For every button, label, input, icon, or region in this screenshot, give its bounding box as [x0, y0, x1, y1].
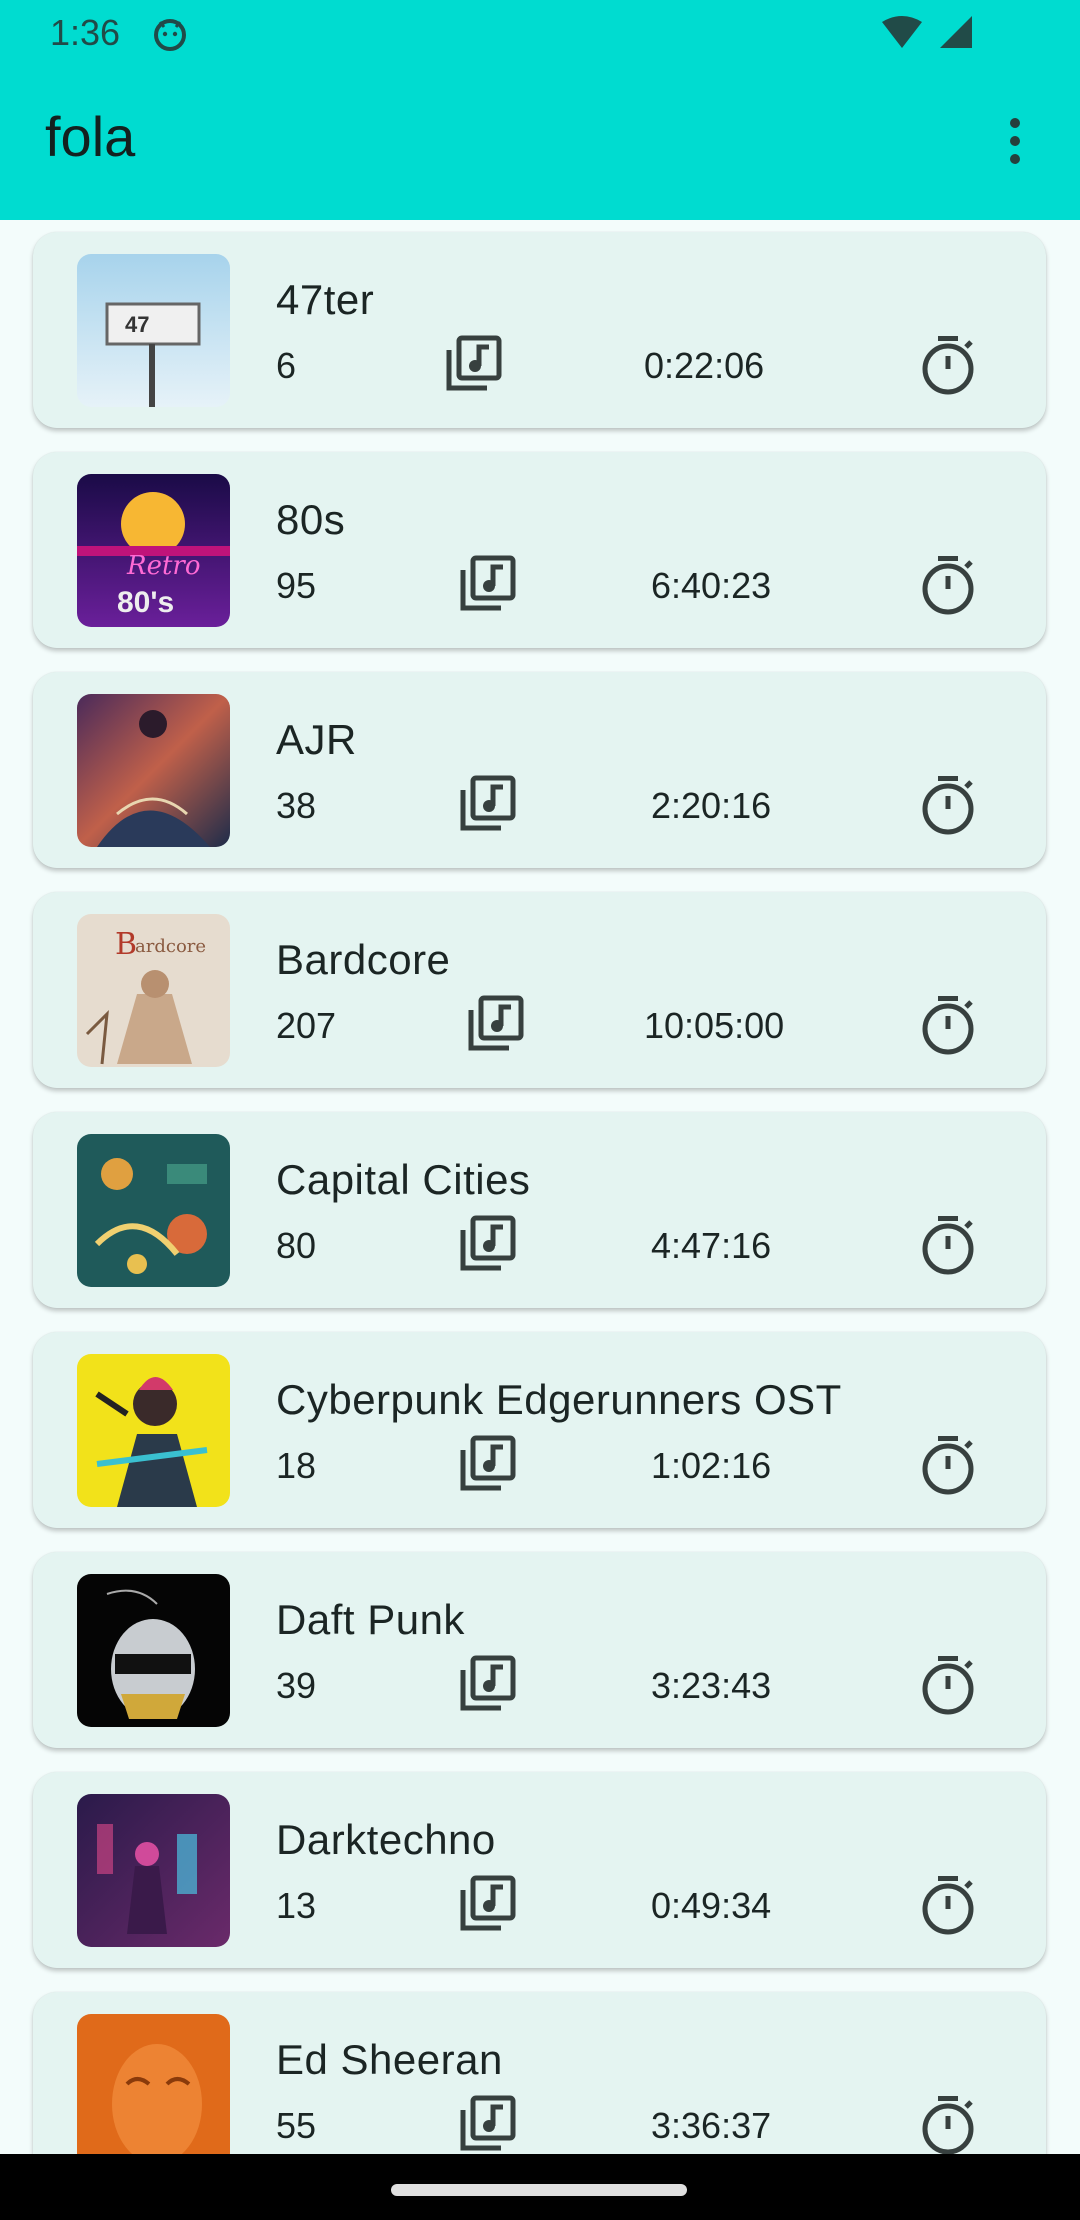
- playlist-name: 47ter: [276, 276, 375, 323]
- svg-text:47: 47: [125, 312, 149, 337]
- app-title: fola: [45, 105, 136, 168]
- playlist-name: AJR: [276, 716, 357, 763]
- library-music-icon: [460, 1875, 516, 1931]
- library-music-icon: [460, 1655, 516, 1711]
- svg-text:80's: 80's: [117, 586, 174, 619]
- status-time: 1:36: [50, 12, 121, 53]
- playlist-duration: 3:36:37: [651, 2105, 772, 2146]
- album-art: [77, 1794, 230, 1947]
- library-music-icon: [460, 775, 516, 831]
- playlist-duration: 6:40:23: [651, 565, 772, 606]
- timer-icon: [922, 776, 974, 835]
- song-count: 55: [276, 2105, 317, 2146]
- playlist-name: Bardcore: [276, 936, 451, 983]
- album-art: [77, 1354, 230, 1507]
- playlist-duration: 4:47:16: [651, 1225, 772, 1266]
- home-gesture-handle[interactable]: [391, 2184, 687, 2196]
- playlist-card[interactable]: B ardcore Bardcore 207 10:05:00: [33, 892, 1046, 1088]
- album-art: [77, 2014, 230, 2154]
- playlist-card[interactable]: 47 47ter 6 0:22:06: [33, 232, 1046, 428]
- timer-icon: [922, 2096, 974, 2154]
- song-count: 18: [276, 1445, 317, 1486]
- album-art: 47: [77, 254, 230, 407]
- timer-icon: [922, 336, 974, 395]
- status-bar: 1:36: [0, 0, 1080, 66]
- timer-icon: [922, 996, 974, 1055]
- library-music-icon: [460, 555, 516, 611]
- timer-icon: [922, 1876, 974, 1935]
- playlist-card[interactable]: Ed Sheeran 55 3:36:37: [33, 1992, 1046, 2154]
- song-count: 95: [276, 565, 317, 606]
- library-music-icon: [446, 335, 502, 391]
- song-count: 39: [276, 1665, 317, 1706]
- signal-icons: [882, 16, 972, 48]
- playlist-duration: 3:23:43: [651, 1665, 772, 1706]
- playlist-name: Daft Punk: [276, 1596, 465, 1643]
- song-count: 38: [276, 785, 317, 826]
- library-music-icon: [460, 1435, 516, 1491]
- song-count: 80: [276, 1225, 317, 1266]
- playlist-name: Cyberpunk Edgerunners OST: [276, 1376, 842, 1423]
- playlist-duration: 0:22:06: [644, 345, 765, 386]
- playlist-duration: 2:20:16: [651, 785, 772, 826]
- timer-icon: [922, 1216, 974, 1275]
- navigation-bar: [0, 2154, 1080, 2220]
- playlist-card[interactable]: Cyberpunk Edgerunners OST 18 1:02:16: [33, 1332, 1046, 1528]
- playlist-card[interactable]: Darktechno 13 0:49:34: [33, 1772, 1046, 1968]
- album-art: [77, 1574, 230, 1727]
- svg-text:Retro: Retro: [126, 551, 201, 581]
- playlist-name: Capital Cities: [276, 1156, 531, 1203]
- timer-icon: [922, 1656, 974, 1715]
- app-bar: fola: [0, 66, 1080, 220]
- song-count: 207: [276, 1005, 337, 1046]
- playlist-name: Darktechno: [276, 1816, 496, 1863]
- timer-icon: [922, 1436, 974, 1495]
- android-notification-icon: [154, 19, 186, 51]
- album-art: Retro 80's: [77, 474, 230, 627]
- wifi-icon: [882, 16, 922, 48]
- library-music-icon: [468, 995, 524, 1051]
- cellular-icon: [940, 16, 972, 48]
- playlist-name: 80s: [276, 496, 346, 543]
- song-count: 6: [276, 345, 297, 386]
- playlist-card[interactable]: Retro 80's 80s 95 6:40:23: [33, 452, 1046, 648]
- playlist-card[interactable]: Daft Punk 39 3:23:43: [33, 1552, 1046, 1748]
- library-music-icon: [460, 1215, 516, 1271]
- library-music-icon: [460, 2095, 516, 2151]
- playlist-list[interactable]: 47 47ter 6 0:22:06 Retro 80's 80s 95 6:4…: [0, 220, 1080, 2154]
- playlist-duration: 1:02:16: [651, 1445, 772, 1486]
- album-art: [77, 694, 230, 847]
- timer-icon: [922, 556, 974, 615]
- playlist-card[interactable]: AJR 38 2:20:16: [33, 672, 1046, 868]
- album-art: B ardcore: [77, 914, 230, 1067]
- svg-text:ardcore: ardcore: [135, 936, 206, 957]
- svg-text:B: B: [115, 927, 137, 962]
- playlist-duration: 0:49:34: [651, 1885, 772, 1926]
- playlist-card[interactable]: Capital Cities 80 4:47:16: [33, 1112, 1046, 1308]
- more-vert-icon[interactable]: [980, 106, 1050, 176]
- album-art: [77, 1134, 230, 1287]
- song-count: 13: [276, 1885, 317, 1926]
- playlist-duration: 10:05:00: [644, 1005, 785, 1046]
- playlist-name: Ed Sheeran: [276, 2036, 503, 2083]
